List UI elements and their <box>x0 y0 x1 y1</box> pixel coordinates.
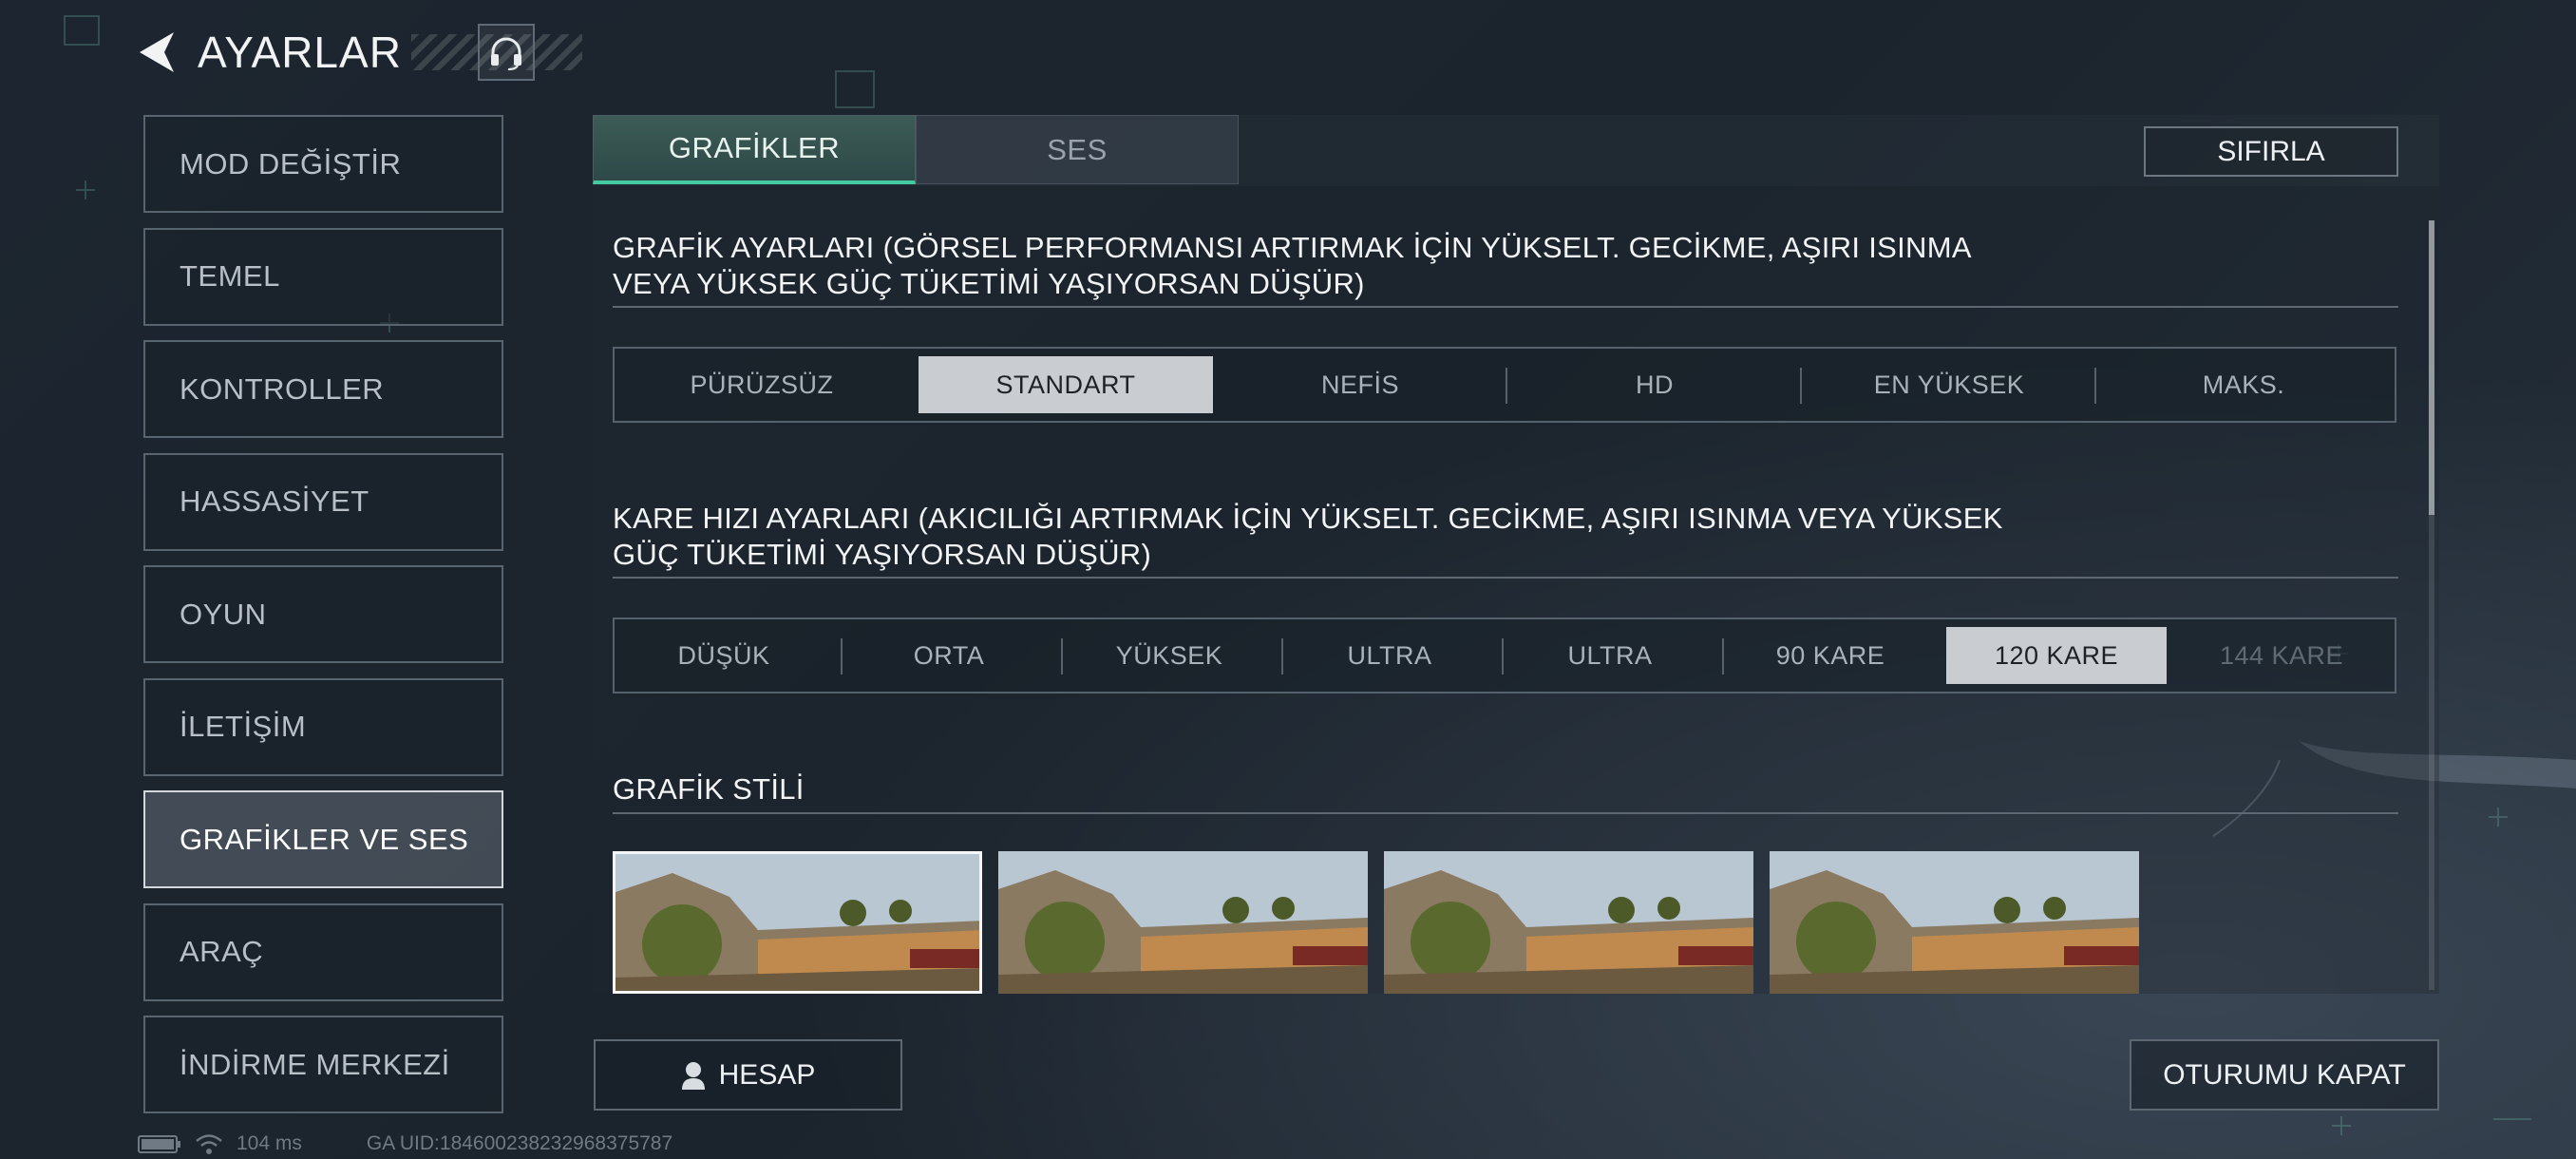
headset-button[interactable] <box>478 24 535 81</box>
graphics-option-max[interactable]: MAKS. <box>2096 356 2391 413</box>
fps-option-120[interactable]: 120 KARE <box>1946 627 2167 684</box>
graphics-settings-title: GRAFİK AYARLARI (GÖRSEL PERFORMANSI ARTI… <box>613 230 1972 302</box>
back-arrow-icon[interactable] <box>133 28 180 76</box>
graphics-settings-title-line2: VEYA YÜKSEK GÜÇ TÜKETİMİ YAŞIYORSAN DÜŞÜ… <box>613 267 1365 300</box>
fps-option-90[interactable]: 90 KARE <box>1724 627 1937 684</box>
graphics-option-smooth[interactable]: PÜRÜZSÜZ <box>615 356 909 413</box>
fps-option-ultra-2[interactable]: ULTRA <box>1504 627 1716 684</box>
sidebar-item-label: HASSASİYET <box>180 484 369 518</box>
wifi-icon <box>196 1134 222 1154</box>
fps-option-low[interactable]: DÜŞÜK <box>615 627 833 684</box>
sidebar-item-vehicle[interactable]: ARAÇ <box>143 902 503 1001</box>
fps-option-medium[interactable]: ORTA <box>843 627 1055 684</box>
sidebar-item-label: OYUN <box>180 597 267 631</box>
headset-icon <box>491 37 521 70</box>
frame-rate-settings-title-line2: GÜÇ TÜKETİMİ YAŞIYORSAN DÜŞÜR) <box>613 538 1152 571</box>
fps-option-high[interactable]: YÜKSEK <box>1063 627 1276 684</box>
sidebar-item-label: GRAFİKLER VE SES <box>180 822 469 856</box>
graphics-option-fine[interactable]: NEFİS <box>1213 356 1507 413</box>
page-title: AYARLAR <box>198 28 402 77</box>
graphics-option-standard[interactable]: STANDART <box>919 356 1213 413</box>
sidebar-item-label: MOD DEĞİŞTİR <box>180 146 402 180</box>
landscape-image <box>998 851 1368 994</box>
sidebar-item-mode[interactable]: MOD DEĞİŞTİR <box>143 115 503 213</box>
user-icon <box>681 1061 705 1090</box>
ping-text: 104 ms <box>237 1132 302 1154</box>
account-button[interactable]: HESAP <box>594 1039 902 1111</box>
graphics-option-hd[interactable]: HD <box>1507 356 1802 413</box>
scrollbar-thumb[interactable] <box>2429 220 2434 515</box>
sidebar: MOD DEĞİŞTİR TEMEL KONTROLLER HASSASİYET… <box>143 115 503 1129</box>
account-button-label: HESAP <box>718 1058 816 1091</box>
graphics-style-thumbnail-2[interactable] <box>998 851 1368 994</box>
tab-sound[interactable]: SES <box>916 115 1239 184</box>
status-bar: 104 ms GA UID:18460023823296837578​7 <box>138 1130 672 1157</box>
graphics-style-thumbnail-3[interactable] <box>1384 851 1753 994</box>
landscape-image <box>1770 851 2139 994</box>
sidebar-item-label: İLETİŞİM <box>180 710 307 743</box>
graphics-style-title: GRAFİK STİLİ <box>613 772 805 806</box>
sidebar-item-sensitivity[interactable]: HASSASİYET <box>143 452 503 551</box>
tab-graphics[interactable]: GRAFİKLER <box>593 115 916 184</box>
sidebar-item-download-center[interactable]: İNDİRME MERKEZİ <box>143 1016 503 1113</box>
sidebar-item-label: KONTROLLER <box>180 371 385 406</box>
graphics-option-highest[interactable]: EN YÜKSEK <box>1802 356 2096 413</box>
sidebar-item-basic[interactable]: TEMEL <box>143 227 503 326</box>
divider <box>613 306 2398 308</box>
battery-icon <box>138 1135 180 1153</box>
frame-rate-settings-title-line1: KARE HIZI AYARLARI (AKICILIĞI ARTIRMAK İ… <box>613 502 2003 535</box>
sidebar-item-graphics-audio[interactable]: GRAFİKLER VE SES <box>143 790 503 888</box>
divider <box>613 577 2398 579</box>
sidebar-item-label: İNDİRME MERKEZİ <box>180 1047 450 1081</box>
sidebar-item-communication[interactable]: İLETİŞİM <box>143 677 503 776</box>
uid-text: GA UID:18460023823296837578​7 <box>366 1132 673 1154</box>
fps-option-144[interactable]: 144 KARE <box>2172 627 2391 684</box>
graphics-settings-title-line1: GRAFİK AYARLARI (GÖRSEL PERFORMANSI ARTI… <box>613 231 1972 264</box>
sidebar-item-controls[interactable]: KONTROLLER <box>143 340 503 438</box>
graphics-quality-selector: PÜRÜZSÜZ STANDART NEFİS HD EN YÜKSEK MAK… <box>613 347 2396 423</box>
sidebar-item-label: TEMEL <box>180 259 280 293</box>
landscape-image <box>1384 851 1753 994</box>
graphics-style-thumbnail-1[interactable] <box>613 851 982 994</box>
frame-rate-settings-title: KARE HIZI AYARLARI (AKICILIĞI ARTIRMAK İ… <box>613 501 2003 573</box>
landscape-image <box>616 854 979 991</box>
logout-button[interactable]: OTURUMU KAPAT <box>2130 1039 2439 1111</box>
reset-button[interactable]: SIFIRLA <box>2144 126 2398 177</box>
fps-option-ultra-1[interactable]: ULTRA <box>1283 627 1496 684</box>
sidebar-item-game[interactable]: OYUN <box>143 565 503 663</box>
frame-rate-selector: DÜŞÜK ORTA YÜKSEK ULTRA ULTRA 90 KARE 12… <box>613 618 2396 694</box>
sidebar-item-label: ARAÇ <box>180 935 264 968</box>
graphics-style-thumbnail-4[interactable] <box>1770 851 2139 994</box>
divider <box>613 812 2398 814</box>
